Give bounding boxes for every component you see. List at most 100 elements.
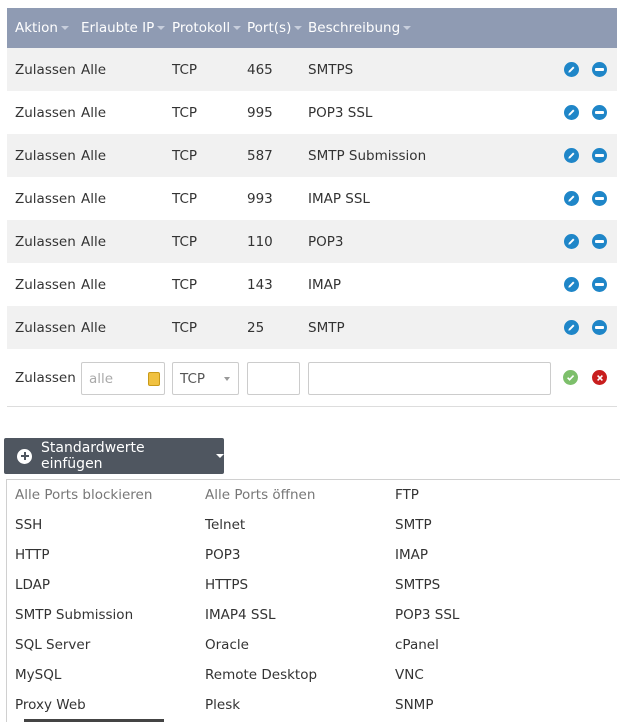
edit-icon[interactable] — [564, 62, 579, 77]
menu-item-vnc[interactable]: VNC — [395, 660, 424, 690]
ip-input-placeholder: alle — [89, 370, 114, 387]
cell-ip: Alle — [81, 104, 107, 121]
cell-action: Zulassen — [15, 319, 76, 336]
defaults-dropdown-menu: Alle Ports blockieren Alle Ports öffnen … — [6, 479, 620, 722]
cell-protocol: TCP — [172, 190, 198, 207]
caret-down-icon — [216, 454, 224, 458]
edit-icon[interactable] — [564, 191, 579, 206]
cell-ip: Alle — [81, 147, 107, 164]
table-header: Aktion Erlaubte IP Protokoll Port(s) Bes… — [7, 8, 617, 48]
edit-icon[interactable] — [564, 148, 579, 163]
insert-defaults-button[interactable]: Standardwerte einfügen — [4, 438, 224, 474]
cell-protocol: TCP — [172, 276, 198, 293]
firewall-rules-table: Aktion Erlaubte IP Protokoll Port(s) Bes… — [7, 8, 617, 407]
menu-item-ssh[interactable]: SSH — [15, 510, 42, 540]
cell-action: Zulassen — [15, 276, 76, 293]
sort-caret-icon — [233, 26, 242, 30]
menu-item-http[interactable]: HTTP — [15, 540, 50, 570]
menu-item-telnet[interactable]: Telnet — [205, 510, 245, 540]
menu-item-smtps[interactable]: SMTPS — [395, 570, 440, 600]
menu-item-smtp-submission[interactable]: SMTP Submission — [15, 600, 133, 630]
lock-icon[interactable] — [148, 372, 160, 386]
cell-port: 465 — [247, 61, 273, 78]
new-rule-action: Zulassen — [15, 369, 76, 386]
delete-icon[interactable] — [592, 277, 607, 292]
menu-item-sql-server[interactable]: SQL Server — [15, 630, 90, 660]
protocol-select[interactable]: TCP — [172, 362, 239, 395]
delete-icon[interactable] — [592, 191, 607, 206]
header-description-label: Beschreibung — [308, 20, 401, 36]
header-description[interactable]: Beschreibung — [308, 8, 412, 48]
chevron-down-icon — [224, 377, 230, 381]
cell-description: IMAP — [308, 276, 342, 293]
header-action[interactable]: Aktion — [15, 8, 69, 48]
header-action-label: Aktion — [15, 20, 58, 36]
port-input[interactable] — [247, 362, 300, 395]
cell-action: Zulassen — [15, 61, 76, 78]
cell-description: SMTPS — [308, 61, 354, 78]
edit-icon[interactable] — [564, 105, 579, 120]
row-actions — [564, 306, 607, 349]
close-icon[interactable] — [592, 370, 607, 385]
delete-icon[interactable] — [592, 320, 607, 335]
menu-item-cpanel[interactable]: cPanel — [395, 630, 439, 660]
menu-item-mysql[interactable]: MySQL — [15, 660, 61, 690]
menu-item-pop3[interactable]: POP3 — [205, 540, 241, 570]
menu-item-ftp[interactable]: FTP — [395, 480, 419, 510]
menu-item-remote-desktop[interactable]: Remote Desktop — [205, 660, 317, 690]
check-icon[interactable] — [563, 370, 578, 385]
header-allowed-ip[interactable]: Erlaubte IP — [81, 8, 166, 48]
menu-item-imap4-ssl[interactable]: IMAP4 SSL — [205, 600, 276, 630]
menu-item-smtp[interactable]: SMTP — [395, 510, 432, 540]
edit-icon[interactable] — [564, 277, 579, 292]
delete-icon[interactable] — [592, 234, 607, 249]
delete-icon[interactable] — [592, 105, 607, 120]
table-row: Zulassen Alle TCP 995 POP3 SSL — [7, 91, 617, 134]
menu-item-open-all-ports[interactable]: Alle Ports öffnen — [205, 480, 315, 510]
sort-caret-icon — [157, 26, 166, 30]
row-actions — [564, 220, 607, 263]
cell-protocol: TCP — [172, 233, 198, 250]
table-row: Zulassen Alle TCP 25 SMTP — [7, 306, 617, 349]
sort-caret-icon — [294, 26, 303, 30]
row-actions — [564, 48, 607, 91]
table-row: Zulassen Alle TCP 110 POP3 — [7, 220, 617, 263]
new-rule-row: Zulassen alle TCP — [7, 349, 617, 407]
menu-item-snmp[interactable]: SNMP — [395, 690, 433, 720]
sort-caret-icon — [60, 26, 69, 30]
menu-item-https[interactable]: HTTPS — [205, 570, 248, 600]
menu-item-pop3-ssl[interactable]: POP3 SSL — [395, 600, 459, 630]
row-actions — [564, 134, 607, 177]
cell-action: Zulassen — [15, 104, 76, 121]
new-rule-actions — [563, 349, 607, 406]
cell-ip: Alle — [81, 233, 107, 250]
cell-description: IMAP SSL — [308, 190, 370, 207]
menu-item-ldap[interactable]: LDAP — [15, 570, 50, 600]
menu-item-oracle[interactable]: Oracle — [205, 630, 249, 660]
cell-protocol: TCP — [172, 104, 198, 121]
description-input[interactable] — [308, 362, 551, 395]
delete-icon[interactable] — [592, 148, 607, 163]
edit-icon[interactable] — [564, 234, 579, 249]
menu-item-imap[interactable]: IMAP — [395, 540, 428, 570]
plus-circle-icon — [17, 448, 32, 464]
cell-ip: Alle — [81, 61, 107, 78]
protocol-select-value: TCP — [180, 370, 206, 387]
cell-description: POP3 — [308, 233, 344, 250]
cell-action: Zulassen — [15, 190, 76, 207]
ip-input[interactable]: alle — [81, 362, 165, 395]
menu-item-plesk[interactable]: Plesk — [205, 690, 240, 720]
header-ports[interactable]: Port(s) — [247, 8, 303, 48]
cell-description: SMTP Submission — [308, 147, 427, 164]
header-protocol-label: Protokoll — [172, 20, 231, 36]
cell-action: Zulassen — [15, 147, 76, 164]
row-actions — [564, 177, 607, 220]
header-protocol[interactable]: Protokoll — [172, 8, 242, 48]
cell-port: 587 — [247, 147, 273, 164]
menu-item-block-all-ports[interactable]: Alle Ports blockieren — [15, 480, 152, 510]
cell-port: 25 — [247, 319, 265, 336]
delete-icon[interactable] — [592, 62, 607, 77]
edit-icon[interactable] — [564, 320, 579, 335]
row-actions — [564, 91, 607, 134]
cell-protocol: TCP — [172, 147, 198, 164]
